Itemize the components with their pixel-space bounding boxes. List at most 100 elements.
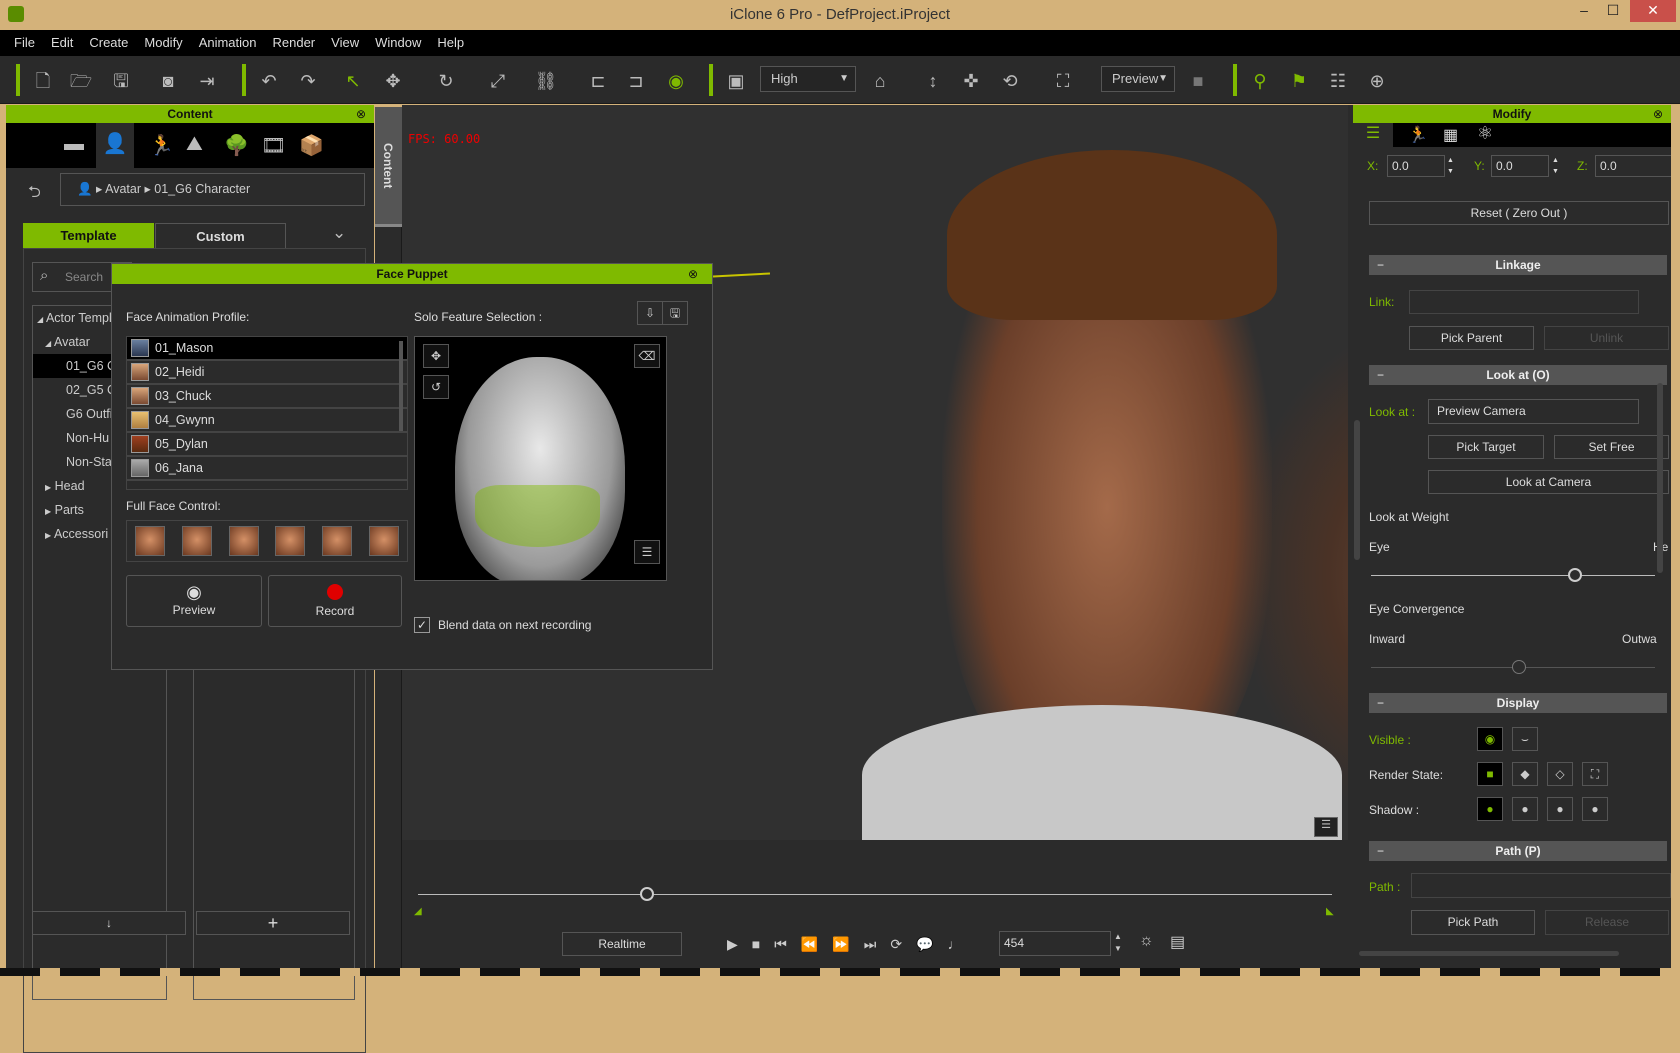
- tab-custom[interactable]: Custom: [155, 223, 286, 249]
- subtitle-icon[interactable]: ☰: [1314, 817, 1338, 837]
- convergence-slider-knob[interactable]: [1511, 660, 1526, 674]
- range-start-marker[interactable]: ◢: [414, 906, 422, 917]
- menu-modify[interactable]: Modify: [136, 30, 190, 56]
- align-right-icon[interactable]: ⊐: [623, 68, 649, 94]
- y-stepper[interactable]: ▲ ▼: [1552, 155, 1559, 177]
- save-icon[interactable]: 🖫: [662, 301, 688, 325]
- layout-icon[interactable]: ▣: [723, 68, 749, 94]
- lookat-section[interactable]: − Look at (O): [1369, 365, 1667, 385]
- stop-icon[interactable]: ■: [752, 932, 760, 956]
- timeline-slider-track[interactable]: [418, 894, 1332, 895]
- timeline-panel-icon[interactable]: ▤: [1170, 932, 1185, 952]
- checker-icon[interactable]: ▦: [1443, 125, 1458, 145]
- content-side-tab[interactable]: Content: [375, 107, 402, 227]
- list-icon[interactable]: ☰: [634, 540, 660, 564]
- menu-window[interactable]: Window: [367, 30, 429, 56]
- flag-icon[interactable]: ⚑: [1286, 68, 1312, 94]
- profile-item[interactable]: 03_Chuck: [127, 385, 407, 409]
- close-icon[interactable]: ⊗: [356, 105, 366, 123]
- link-field[interactable]: [1409, 290, 1639, 314]
- package-icon[interactable]: 📦: [299, 133, 324, 158]
- look-at-camera-button[interactable]: Look at Camera: [1428, 470, 1669, 494]
- add-button[interactable]: +: [196, 911, 350, 935]
- save-icon[interactable]: 🖫: [108, 68, 134, 94]
- tab-template[interactable]: Template: [23, 223, 154, 248]
- camera-dropdown[interactable]: Preview ▼: [1101, 66, 1175, 92]
- visible-off-icon[interactable]: ⌣: [1512, 727, 1538, 751]
- gravity-icon[interactable]: ⚲: [1247, 68, 1273, 94]
- music-note-icon[interactable]: ♩: [948, 932, 962, 956]
- reset-button[interactable]: Reset ( Zero Out ): [1369, 201, 1669, 225]
- profile-item[interactable]: 02_Heidi: [127, 361, 407, 385]
- breadcrumb-item[interactable]: Avatar: [105, 182, 141, 196]
- menu-view[interactable]: View: [323, 30, 367, 56]
- profile-item[interactable]: 05_Dylan: [127, 433, 407, 457]
- shadow-receive-icon[interactable]: ●: [1547, 797, 1573, 821]
- y-input[interactable]: 0.0: [1491, 155, 1549, 177]
- move-icon[interactable]: ✥: [380, 68, 406, 94]
- align-icon[interactable]: ⊏: [585, 68, 611, 94]
- stage-icon[interactable]: ⛰: [186, 133, 203, 156]
- orbit-icon[interactable]: ⟲: [997, 68, 1023, 94]
- media-icon[interactable]: 🎞: [261, 133, 286, 158]
- render-solid-icon[interactable]: ■: [1477, 762, 1503, 786]
- profile-item[interactable]: 04_Gwynn: [127, 409, 407, 433]
- lookat-target-field[interactable]: Preview Camera: [1428, 399, 1639, 424]
- rotate-icon[interactable]: ↻: [433, 68, 459, 94]
- loop-icon[interactable]: ⟳: [890, 932, 902, 956]
- horizontal-scrollbar[interactable]: [1359, 951, 1619, 956]
- download-button[interactable]: ↓: [32, 911, 186, 935]
- chevron-down-circle-icon[interactable]: ⌄: [332, 223, 346, 243]
- x-stepper[interactable]: ▲ ▼: [1447, 155, 1454, 177]
- open-folder-icon[interactable]: 🗁: [68, 68, 94, 94]
- face-expression-button[interactable]: [228, 526, 259, 556]
- profile-list-scrollbar[interactable]: [399, 341, 403, 431]
- prop-icon[interactable]: 🌳: [224, 133, 249, 158]
- frame-stepper[interactable]: ▲ ▼: [1114, 931, 1122, 955]
- pan-icon[interactable]: ✜: [958, 68, 984, 94]
- realtime-button[interactable]: Realtime: [562, 932, 682, 956]
- visible-on-icon[interactable]: ◉: [1477, 727, 1503, 751]
- close-button[interactable]: ✕: [1630, 0, 1676, 22]
- comment-icon[interactable]: 💬: [916, 932, 933, 956]
- redo-icon[interactable]: ↷: [295, 68, 321, 94]
- motion-icon[interactable]: 🏃: [1408, 125, 1428, 145]
- face-expression-button[interactable]: [135, 526, 166, 556]
- close-icon[interactable]: ⊗: [688, 264, 698, 284]
- menu-create[interactable]: Create: [81, 30, 136, 56]
- menu-edit[interactable]: Edit: [43, 30, 81, 56]
- avatar-tab-icon[interactable]: 👤: [96, 123, 134, 168]
- weight-slider-track[interactable]: [1371, 575, 1655, 576]
- rotate-view-icon[interactable]: ✥: [423, 344, 449, 368]
- sliders-icon[interactable]: ☰: [1353, 123, 1393, 147]
- pick-target-button[interactable]: Pick Target: [1428, 435, 1544, 459]
- render-bounding-icon[interactable]: ⛶: [1582, 762, 1608, 786]
- linkage-section[interactable]: − Linkage: [1369, 255, 1667, 275]
- record-button[interactable]: Record: [268, 575, 402, 627]
- face-expression-button[interactable]: [321, 526, 352, 556]
- range-end-marker[interactable]: ◣: [1326, 906, 1334, 917]
- pick-path-button[interactable]: Pick Path: [1411, 910, 1535, 935]
- reset-view-icon[interactable]: ↺: [423, 375, 449, 399]
- new-file-icon[interactable]: 🗋: [30, 68, 56, 94]
- x-input[interactable]: 0.0: [1387, 155, 1445, 177]
- render-smooth-icon[interactable]: ◆: [1512, 762, 1538, 786]
- display-section[interactable]: − Display: [1369, 693, 1667, 713]
- next-frame-icon[interactable]: ⏭: [864, 932, 877, 956]
- z-input[interactable]: 0.0: [1595, 155, 1671, 177]
- maximize-button[interactable]: ☐: [1596, 0, 1630, 22]
- scale-icon[interactable]: ⤢: [485, 68, 511, 94]
- solo-feature-head[interactable]: ✥ ↺ ⌫ ☰: [414, 336, 667, 581]
- shadow-none-icon[interactable]: ●: [1582, 797, 1608, 821]
- vertical-scrollbar[interactable]: [1657, 383, 1663, 573]
- quality-dropdown[interactable]: High ▼: [760, 66, 856, 92]
- undo-icon[interactable]: ↶: [256, 68, 282, 94]
- menu-help[interactable]: Help: [429, 30, 472, 56]
- close-icon[interactable]: ⊗: [1653, 105, 1663, 123]
- camera-icon[interactable]: ■: [1185, 68, 1211, 94]
- fit-vertical-icon[interactable]: ↕: [920, 68, 946, 94]
- eraser-icon[interactable]: ⌫: [634, 344, 660, 368]
- profile-item-selected[interactable]: 01_Mason: [127, 337, 407, 361]
- menu-file[interactable]: File: [6, 30, 43, 56]
- weight-slider-knob[interactable]: [1568, 568, 1583, 582]
